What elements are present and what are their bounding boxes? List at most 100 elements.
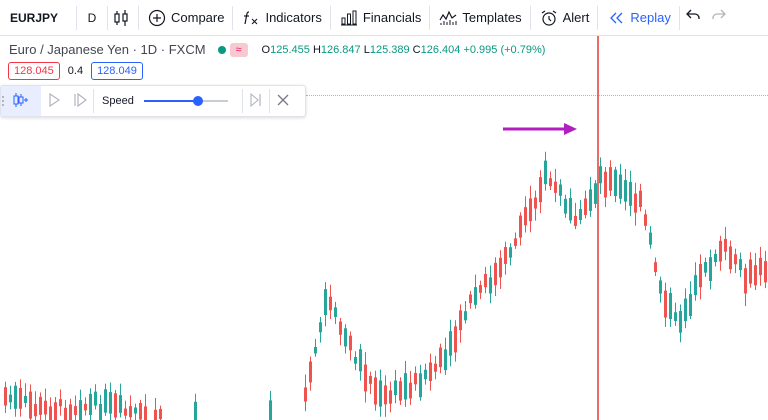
candle-body [504, 247, 507, 264]
candle [124, 400, 127, 420]
candle-body [654, 262, 657, 273]
candle-body [559, 184, 562, 196]
candle [499, 250, 502, 290]
speed-label: Speed [102, 95, 134, 107]
candle-body [684, 298, 687, 322]
candle [704, 257, 707, 277]
candle-body [194, 401, 197, 420]
candle-body [464, 311, 467, 321]
candle [524, 196, 527, 233]
candle [669, 287, 672, 327]
candle [49, 397, 52, 420]
candle-body [4, 387, 7, 406]
candle [664, 282, 667, 327]
candle-body [269, 400, 272, 420]
candle-body [494, 262, 497, 286]
candle-body [714, 253, 717, 263]
candle [514, 232, 517, 249]
candle-body [729, 246, 732, 270]
candle [194, 393, 197, 420]
candle-body [499, 257, 502, 278]
candle [414, 366, 417, 391]
candle [19, 379, 22, 417]
candle [399, 377, 402, 406]
speed-slider-fill [143, 100, 199, 102]
candle [474, 274, 477, 309]
candle [629, 170, 632, 217]
play-button[interactable] [41, 86, 67, 116]
candle-body [634, 193, 637, 213]
candle-body [49, 406, 52, 420]
candle [319, 316, 322, 343]
candle [604, 166, 607, 208]
candle [459, 304, 462, 343]
candle-body [584, 198, 587, 215]
candle-body [509, 247, 512, 258]
candle-body [24, 395, 27, 404]
step-forward-button[interactable] [67, 86, 93, 116]
candle-body [414, 372, 417, 385]
candle-body [594, 183, 597, 204]
candle-body [324, 289, 327, 316]
candle-body [309, 361, 312, 383]
candle [439, 343, 442, 374]
candle-body [469, 294, 472, 304]
candle [744, 263, 747, 307]
candle-body [14, 385, 17, 409]
candle [584, 190, 587, 219]
replay-divider [93, 89, 94, 113]
candle [484, 266, 487, 294]
candle-body [434, 363, 437, 372]
candle-body [704, 262, 707, 273]
candle [424, 363, 427, 385]
candle [729, 240, 732, 274]
candle [4, 381, 7, 413]
candle [619, 163, 622, 204]
candle-body [74, 406, 77, 416]
drag-handle-icon[interactable] [2, 96, 6, 108]
candle-body [319, 322, 322, 333]
candle [359, 343, 362, 381]
candle [509, 243, 512, 266]
candle [89, 388, 92, 420]
candle-body [694, 275, 697, 296]
candle [324, 282, 327, 327]
close-replay-button[interactable] [270, 86, 296, 116]
speed-slider-knob[interactable] [193, 96, 204, 106]
candle-body [359, 349, 362, 372]
candle [334, 301, 337, 325]
candle [314, 338, 317, 357]
candlestick-chart[interactable] [0, 0, 768, 420]
candle-body [534, 197, 537, 209]
candle-body [129, 406, 132, 418]
candle-body [59, 399, 62, 407]
candle [369, 371, 372, 395]
candle [529, 185, 532, 233]
candle [504, 241, 507, 275]
candle [129, 395, 132, 420]
candle-body [99, 403, 102, 420]
candle [44, 388, 47, 420]
candle-body [679, 310, 682, 333]
candle-body [34, 404, 37, 417]
candle-body [29, 391, 32, 419]
candle-body [79, 400, 82, 420]
candle [29, 384, 32, 420]
candle-body [709, 257, 712, 281]
jump-to-realtime-button[interactable] [243, 86, 269, 116]
candle [699, 254, 702, 300]
candle-body [539, 177, 542, 203]
candle [739, 252, 742, 278]
candle-body [739, 259, 742, 271]
select-bar-button[interactable] [1, 86, 41, 116]
candle-body [439, 347, 442, 368]
candle-body [39, 396, 42, 415]
candle [559, 179, 562, 207]
candle-body [589, 189, 592, 211]
candle [479, 280, 482, 300]
candle-body [689, 294, 692, 317]
speed-slider[interactable] [143, 96, 228, 106]
candle-body [479, 285, 482, 293]
candle-body [759, 257, 762, 276]
candle-body [639, 190, 642, 208]
